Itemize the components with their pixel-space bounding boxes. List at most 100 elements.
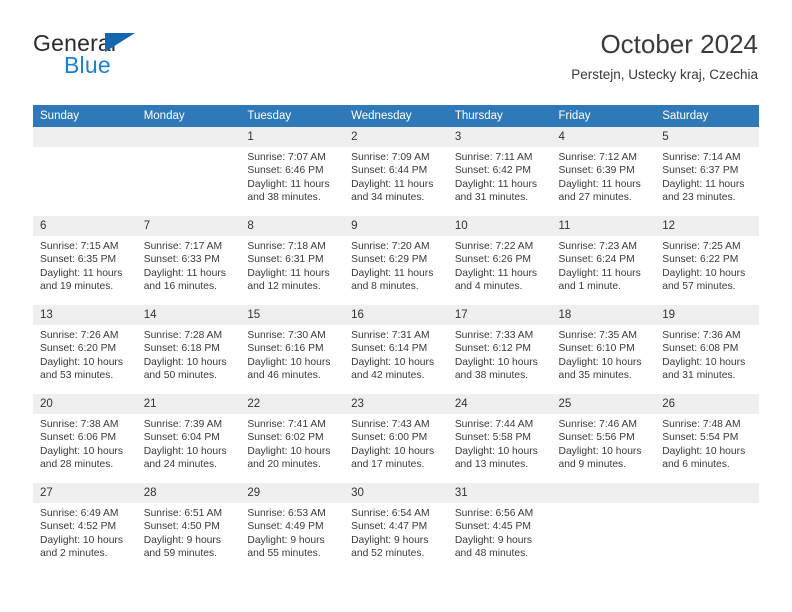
day-cell-inner: 26 Sunrise: 7:48 AM Sunset: 5:54 PM Dayligh… xyxy=(655,394,759,483)
day-number: 6 xyxy=(33,216,137,236)
day-details: Sunrise: 7:31 AM Sunset: 6:14 PM Daylight:… xyxy=(344,325,448,383)
calendar-day-cell[interactable]: 10 Sunrise: 7:22 AM Sunset: 6:26 PM Dayligh… xyxy=(447,216,552,305)
sunrise-text: Sunrise: 7:17 AM xyxy=(143,241,223,252)
day-cell-inner xyxy=(655,483,759,572)
calendar-day-cell[interactable]: 21 Sunrise: 7:39 AM Sunset: 6:04 PM Dayligh… xyxy=(136,394,241,483)
daylight-text: Daylight: 10 hours and 35 minutes. xyxy=(558,356,642,382)
sunset-text: Sunset: 4:47 PM xyxy=(351,521,428,533)
day-number: 15 xyxy=(240,305,345,325)
day-number: 25 xyxy=(551,394,656,414)
day-cell-inner: 28 Sunrise: 6:51 AM Sunset: 4:50 PM Dayligh… xyxy=(136,483,241,572)
calendar-day-cell[interactable]: 20 Sunrise: 7:38 AM Sunset: 6:06 PM Dayligh… xyxy=(33,394,137,483)
calendar-day-cell[interactable]: 31 Sunrise: 6:56 AM Sunset: 4:45 PM Dayligh… xyxy=(447,483,552,572)
sunset-text: Sunset: 6:37 PM xyxy=(662,165,739,177)
sunset-text: Sunset: 4:49 PM xyxy=(247,521,324,533)
daylight-text: Daylight: 10 hours and 9 minutes. xyxy=(558,445,642,471)
calendar-day-cell[interactable]: 1 Sunrise: 7:07 AM Sunset: 6:46 PM Daylight… xyxy=(240,127,345,216)
day-cell-inner: 2 Sunrise: 7:09 AM Sunset: 6:44 PM Daylight… xyxy=(344,127,448,216)
day-details: Sunrise: 7:12 AM Sunset: 6:39 PM Daylight:… xyxy=(552,147,656,205)
day-cell-inner: 19 Sunrise: 7:36 AM Sunset: 6:08 PM Dayligh… xyxy=(655,305,759,394)
calendar-week-row: 27 Sunrise: 6:49 AM Sunset: 4:52 PM Dayligh… xyxy=(33,483,759,572)
day-details: Sunrise: 7:11 AM Sunset: 6:42 PM Daylight:… xyxy=(448,147,552,205)
daylight-text: Daylight: 10 hours and 57 minutes. xyxy=(662,267,746,293)
calendar-day-cell[interactable]: 27 Sunrise: 6:49 AM Sunset: 4:52 PM Dayligh… xyxy=(33,483,137,572)
calendar-day-cell[interactable]: 19 Sunrise: 7:36 AM Sunset: 6:08 PM Dayligh… xyxy=(655,305,759,394)
sunset-text: Sunset: 6:22 PM xyxy=(662,254,739,266)
calendar-day-cell[interactable]: 7 Sunrise: 7:17 AM Sunset: 6:33 PM Daylight… xyxy=(136,216,241,305)
sunrise-text: Sunrise: 7:14 AM xyxy=(662,152,741,163)
calendar-day-cell[interactable]: 3 Sunrise: 7:11 AM Sunset: 6:42 PM Daylight… xyxy=(447,127,552,216)
calendar-day-cell[interactable]: 5 Sunrise: 7:14 AM Sunset: 6:37 PM Daylight… xyxy=(655,127,759,216)
calendar-day-cell[interactable]: 24 Sunrise: 7:44 AM Sunset: 5:58 PM Dayligh… xyxy=(447,394,552,483)
calendar-day-cell[interactable]: 28 Sunrise: 6:51 AM Sunset: 4:50 PM Dayligh… xyxy=(136,483,241,572)
weekday-header-friday: Friday xyxy=(551,105,656,127)
day-cell-inner: 15 Sunrise: 7:30 AM Sunset: 6:16 PM Dayligh… xyxy=(240,305,345,394)
calendar-day-cell[interactable]: 29 Sunrise: 6:53 AM Sunset: 4:49 PM Dayligh… xyxy=(240,483,345,572)
day-number: 13 xyxy=(33,305,137,325)
day-details: Sunrise: 7:44 AM Sunset: 5:58 PM Daylight:… xyxy=(448,414,552,472)
sunrise-text: Sunrise: 7:46 AM xyxy=(558,419,637,430)
calendar-day-cell[interactable]: 26 Sunrise: 7:48 AM Sunset: 5:54 PM Dayligh… xyxy=(655,394,759,483)
logo-triangle-icon xyxy=(105,33,135,52)
calendar-day-cell[interactable]: 22 Sunrise: 7:41 AM Sunset: 6:02 PM Dayligh… xyxy=(240,394,345,483)
calendar-day-cell[interactable]: 14 Sunrise: 7:28 AM Sunset: 6:18 PM Dayligh… xyxy=(136,305,241,394)
sunset-text: Sunset: 6:35 PM xyxy=(40,254,117,266)
daylight-text: Daylight: 10 hours and 2 minutes. xyxy=(40,534,123,560)
calendar-day-cell[interactable]: 4 Sunrise: 7:12 AM Sunset: 6:39 PM Daylight… xyxy=(551,127,656,216)
sunrise-text: Sunrise: 7:44 AM xyxy=(454,419,534,430)
sunset-text: Sunset: 6:16 PM xyxy=(247,343,324,355)
sunrise-text: Sunrise: 7:41 AM xyxy=(247,419,326,430)
calendar-header-row: Sunday Monday Tuesday Wednesday Thursday Frid… xyxy=(33,105,759,127)
day-cell-inner: 11 Sunrise: 7:23 AM Sunset: 6:24 PM Dayligh… xyxy=(551,216,656,305)
calendar-day-cell[interactable]: 15 Sunrise: 7:30 AM Sunset: 6:16 PM Dayligh… xyxy=(240,305,345,394)
calendar-day-cell[interactable]: 13 Sunrise: 7:26 AM Sunset: 6:20 PM Dayligh… xyxy=(33,305,137,394)
day-details: Sunrise: 7:39 AM Sunset: 6:04 PM Daylight:… xyxy=(137,414,241,472)
sunset-text: Sunset: 6:24 PM xyxy=(558,254,635,266)
day-number: 27 xyxy=(33,483,137,503)
calendar-day-cell[interactable]: 11 Sunrise: 7:23 AM Sunset: 6:24 PM Dayligh… xyxy=(551,216,656,305)
sunrise-text: Sunrise: 6:56 AM xyxy=(454,508,534,519)
calendar-day-cell[interactable]: 9 Sunrise: 7:20 AM Sunset: 6:29 PM Daylight… xyxy=(344,216,448,305)
day-details: Sunrise: 6:51 AM Sunset: 4:50 PM Daylight:… xyxy=(137,503,241,561)
daylight-text: Daylight: 11 hours and 31 minutes. xyxy=(454,178,538,204)
sunrise-text: Sunrise: 7:36 AM xyxy=(662,330,741,341)
day-number xyxy=(551,483,656,503)
calendar-day-cell[interactable]: 25 Sunrise: 7:46 AM Sunset: 5:56 PM Dayligh… xyxy=(551,394,656,483)
calendar-body: 1 Sunrise: 7:07 AM Sunset: 6:46 PM Daylight… xyxy=(33,127,759,572)
weekday-header-tuesday: Tuesday xyxy=(240,105,345,127)
calendar-day-cell[interactable]: 18 Sunrise: 7:35 AM Sunset: 6:10 PM Dayligh… xyxy=(551,305,656,394)
calendar-day-cell[interactable]: 6 Sunrise: 7:15 AM Sunset: 6:35 PM Daylight… xyxy=(33,216,137,305)
sunset-text: Sunset: 6:10 PM xyxy=(558,343,635,355)
day-details: Sunrise: 7:26 AM Sunset: 6:20 PM Daylight:… xyxy=(33,325,137,383)
calendar-day-cell[interactable]: 2 Sunrise: 7:09 AM Sunset: 6:44 PM Daylight… xyxy=(344,127,448,216)
general-blue-logo[interactable]: General Blue xyxy=(33,30,263,90)
calendar-day-cell[interactable]: 12 Sunrise: 7:25 AM Sunset: 6:22 PM Dayligh… xyxy=(655,216,759,305)
day-cell-inner: 6 Sunrise: 7:15 AM Sunset: 6:35 PM Daylight… xyxy=(33,216,137,305)
sunrise-text: Sunrise: 7:39 AM xyxy=(143,419,223,430)
daylight-text: Daylight: 9 hours and 52 minutes. xyxy=(351,534,429,560)
day-cell-inner: 27 Sunrise: 6:49 AM Sunset: 4:52 PM Dayligh… xyxy=(33,483,137,572)
calendar-day-cell[interactable]: 23 Sunrise: 7:43 AM Sunset: 6:00 PM Dayligh… xyxy=(344,394,448,483)
daylight-text: Daylight: 11 hours and 23 minutes. xyxy=(662,178,745,204)
calendar-day-cell[interactable]: 8 Sunrise: 7:18 AM Sunset: 6:31 PM Daylight… xyxy=(240,216,345,305)
daylight-text: Daylight: 11 hours and 27 minutes. xyxy=(558,178,641,204)
calendar-day-cell[interactable]: 16 Sunrise: 7:31 AM Sunset: 6:14 PM Dayligh… xyxy=(344,305,448,394)
sunset-text: Sunset: 6:08 PM xyxy=(662,343,739,355)
day-details: Sunrise: 7:38 AM Sunset: 6:06 PM Daylight:… xyxy=(33,414,137,472)
calendar-week-row: 6 Sunrise: 7:15 AM Sunset: 6:35 PM Daylight… xyxy=(33,216,759,305)
day-number: 5 xyxy=(655,127,759,147)
day-details: Sunrise: 7:25 AM Sunset: 6:22 PM Daylight:… xyxy=(655,236,759,294)
sunset-text: Sunset: 6:20 PM xyxy=(40,343,117,355)
calendar-day-cell[interactable]: 30 Sunrise: 6:54 AM Sunset: 4:47 PM Dayligh… xyxy=(344,483,448,572)
day-details: Sunrise: 7:28 AM Sunset: 6:18 PM Daylight:… xyxy=(137,325,241,383)
daylight-text: Daylight: 10 hours and 24 minutes. xyxy=(143,445,227,471)
weekday-header-wednesday: Wednesday xyxy=(344,105,448,127)
sunset-text: Sunset: 6:33 PM xyxy=(143,254,220,266)
day-number: 8 xyxy=(240,216,345,236)
day-cell-inner: 7 Sunrise: 7:17 AM Sunset: 6:33 PM Daylight… xyxy=(136,216,241,305)
day-details: Sunrise: 7:07 AM Sunset: 6:46 PM Daylight:… xyxy=(240,147,344,205)
calendar-day-cell[interactable]: 17 Sunrise: 7:33 AM Sunset: 6:12 PM Dayligh… xyxy=(447,305,552,394)
day-details: Sunrise: 7:43 AM Sunset: 6:00 PM Daylight:… xyxy=(344,414,448,472)
day-number: 7 xyxy=(136,216,241,236)
daylight-text: Daylight: 11 hours and 16 minutes. xyxy=(143,267,226,293)
